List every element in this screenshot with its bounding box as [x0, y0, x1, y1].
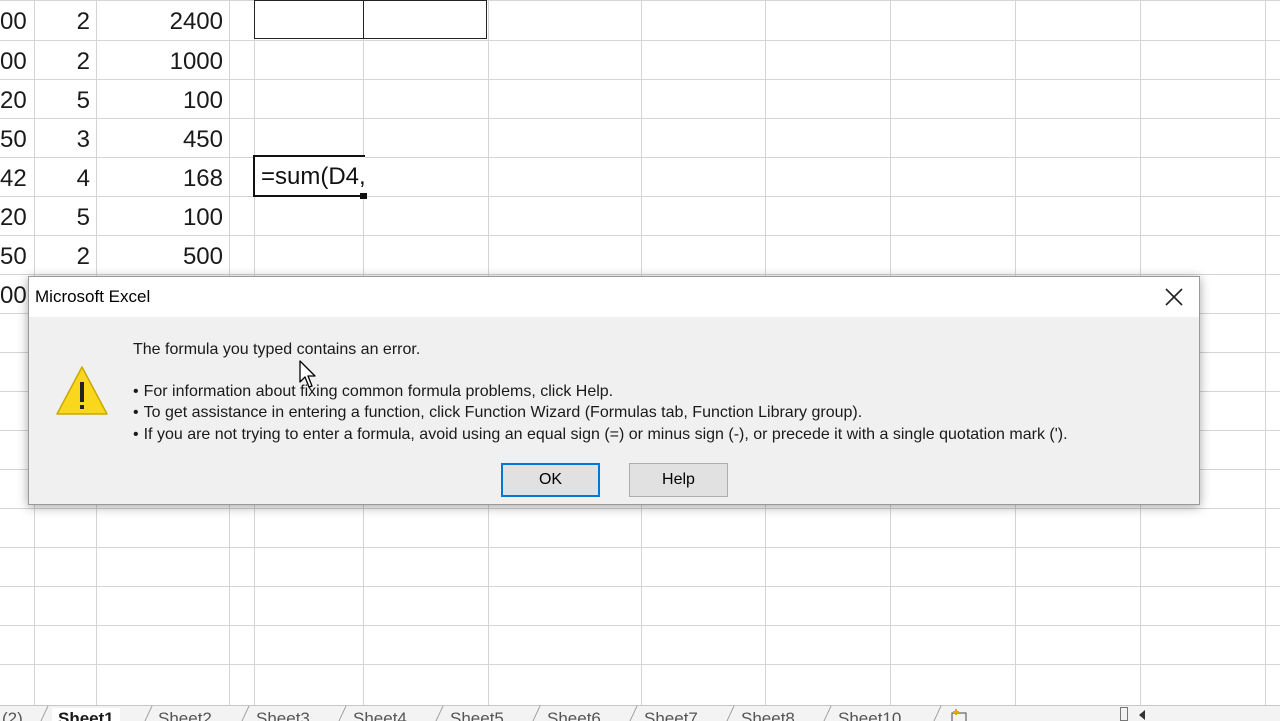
bordered-cell-range[interactable] [254, 0, 487, 39]
close-button[interactable] [1159, 283, 1189, 311]
sheet-tab[interactable]: Sheet4 [347, 708, 413, 721]
error-dialog: Microsoft Excel The formula you typed co… [28, 276, 1200, 505]
cell[interactable]: 50 [0, 236, 29, 275]
cell[interactable]: 168 [98, 158, 223, 197]
split-handle[interactable] [1120, 707, 1128, 721]
cell[interactable]: 00 [0, 1, 29, 40]
table-row: 50 3 450 [0, 119, 240, 158]
bullet-item: • If you are not trying to enter a formul… [133, 426, 1068, 443]
bullet-text: If you are not trying to enter a formula… [143, 426, 1068, 443]
cell-divider [363, 1, 364, 38]
table-row: 42 4 168 [0, 158, 240, 197]
bullet-text: To get assistance in entering a function… [143, 404, 863, 421]
cell[interactable]: 100 [98, 197, 223, 236]
cell[interactable]: 20 [0, 197, 29, 236]
table-row: 00 2 2400 [0, 1, 240, 40]
cell[interactable]: 450 [98, 119, 223, 158]
table-row: 20 5 100 [0, 80, 240, 119]
cell[interactable]: 2 [36, 1, 90, 40]
cell[interactable]: 2 [36, 41, 90, 80]
bullet-item: • For information about fixing common for… [133, 383, 614, 400]
sheet-tab[interactable]: Sheet2 [152, 708, 218, 721]
table-row: 50 2 500 [0, 236, 240, 275]
cell[interactable]: 4 [36, 158, 90, 197]
fill-handle[interactable] [360, 193, 367, 199]
table-row: 20 5 100 [0, 197, 240, 236]
error-message: The formula you typed contains an error. [133, 341, 421, 358]
cell[interactable]: 2400 [98, 1, 223, 40]
dialog-titlebar[interactable]: Microsoft Excel [29, 277, 1199, 317]
close-icon [1165, 288, 1183, 306]
new-sheet-icon[interactable] [948, 708, 972, 721]
cell[interactable]: 50 [0, 119, 29, 158]
cell[interactable]: 42 [0, 158, 29, 197]
help-button[interactable]: Help [629, 463, 728, 497]
mouse-cursor-icon [299, 360, 316, 388]
cell[interactable]: 5 [36, 80, 90, 119]
cell[interactable]: 100 [98, 80, 223, 119]
warning-icon [56, 366, 108, 415]
cell[interactable]: 20 [0, 80, 29, 119]
sheet-tab[interactable]: Sheet10 [832, 708, 907, 721]
bullet-text: For information about fixing common form… [143, 383, 614, 400]
cell[interactable]: 00 [0, 41, 29, 80]
sheet-tab[interactable]: Sheet7 [638, 708, 704, 721]
formula-text: =sum(D4, [261, 163, 366, 190]
cell[interactable]: 500 [98, 236, 223, 275]
cell[interactable]: 5 [36, 197, 90, 236]
cell[interactable]: 2 [36, 236, 90, 275]
sheet-tab-active[interactable]: Sheet1 [52, 708, 120, 721]
sheet-tab[interactable]: (2) [0, 708, 29, 721]
sheet-tab[interactable]: Sheet6 [541, 708, 607, 721]
ok-button[interactable]: OK [501, 463, 600, 497]
cell[interactable]: 3 [36, 119, 90, 158]
sheet-tab[interactable]: Sheet8 [735, 708, 801, 721]
cell[interactable]: 00 [0, 275, 29, 314]
active-cell-editor[interactable]: =sum(D4, [253, 155, 366, 197]
table-row: 00 2 1000 [0, 41, 240, 80]
cell[interactable]: 1000 [98, 41, 223, 80]
dialog-title: Microsoft Excel [35, 287, 151, 306]
scroll-left-icon[interactable] [1136, 709, 1148, 721]
sheet-tab[interactable]: Sheet3 [250, 708, 316, 721]
sheet-tab-bar: (2) Sheet1 Sheet2 Sheet3 Sheet4 Sheet5 S… [0, 705, 1280, 721]
bullet-item: • To get assistance in entering a functio… [133, 404, 863, 421]
sheet-tab[interactable]: Sheet5 [444, 708, 510, 721]
